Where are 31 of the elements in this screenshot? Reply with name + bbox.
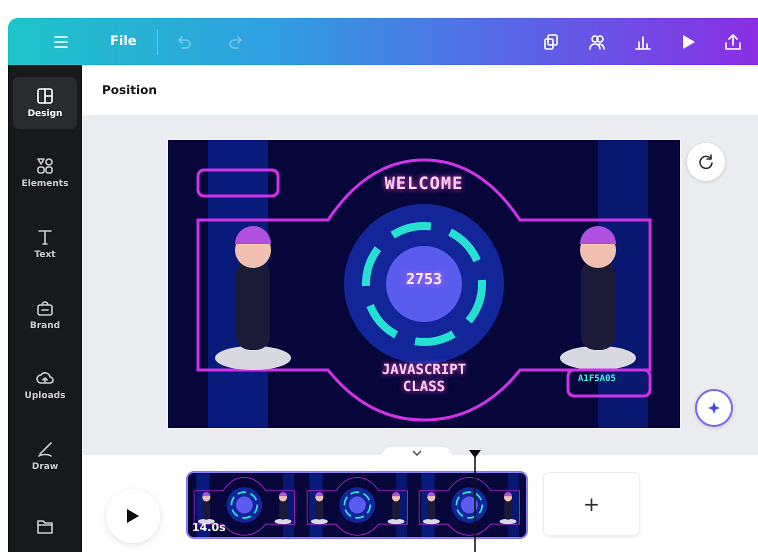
upload-icon <box>724 32 742 50</box>
playhead[interactable] <box>468 449 482 552</box>
people-icon <box>588 32 606 50</box>
refresh-icon <box>697 153 715 171</box>
copy-icon <box>542 32 560 50</box>
magic-button[interactable] <box>695 389 733 427</box>
pen-icon <box>36 440 54 458</box>
text-icon <box>36 228 54 246</box>
sparkle-icon <box>706 400 722 416</box>
folder-icon <box>36 517 54 536</box>
shapes-icon <box>36 157 54 176</box>
design-counter: 2753 <box>404 270 444 288</box>
design-title: WELCOME <box>384 174 464 194</box>
clip-duration: 14.0s <box>192 520 226 534</box>
position-button[interactable]: Position <box>102 83 157 97</box>
design-code: A1F5A05 <box>578 374 616 384</box>
sidebar-item[interactable]: Design <box>13 77 77 129</box>
sidebar-item[interactable]: Brand <box>13 288 77 340</box>
sidebar-item[interactable]: Elements <box>13 148 77 200</box>
add-page-button[interactable]: + <box>543 472 640 536</box>
chevron-icon <box>412 450 422 456</box>
briefcase-icon <box>36 298 54 317</box>
design-subtitle: JAVASCRIPT CLASS <box>380 362 468 396</box>
play-icon <box>126 508 140 524</box>
sidebar-item[interactable]: Uploads <box>13 359 77 411</box>
sidebar-item[interactable]: Draw <box>13 430 77 482</box>
timeline-clip[interactable]: 14.0s <box>186 470 528 538</box>
layout-icon <box>36 86 54 105</box>
sidebar-item[interactable]: Text <box>13 218 77 270</box>
refresh-button[interactable] <box>687 143 725 181</box>
play-icon <box>680 34 696 50</box>
